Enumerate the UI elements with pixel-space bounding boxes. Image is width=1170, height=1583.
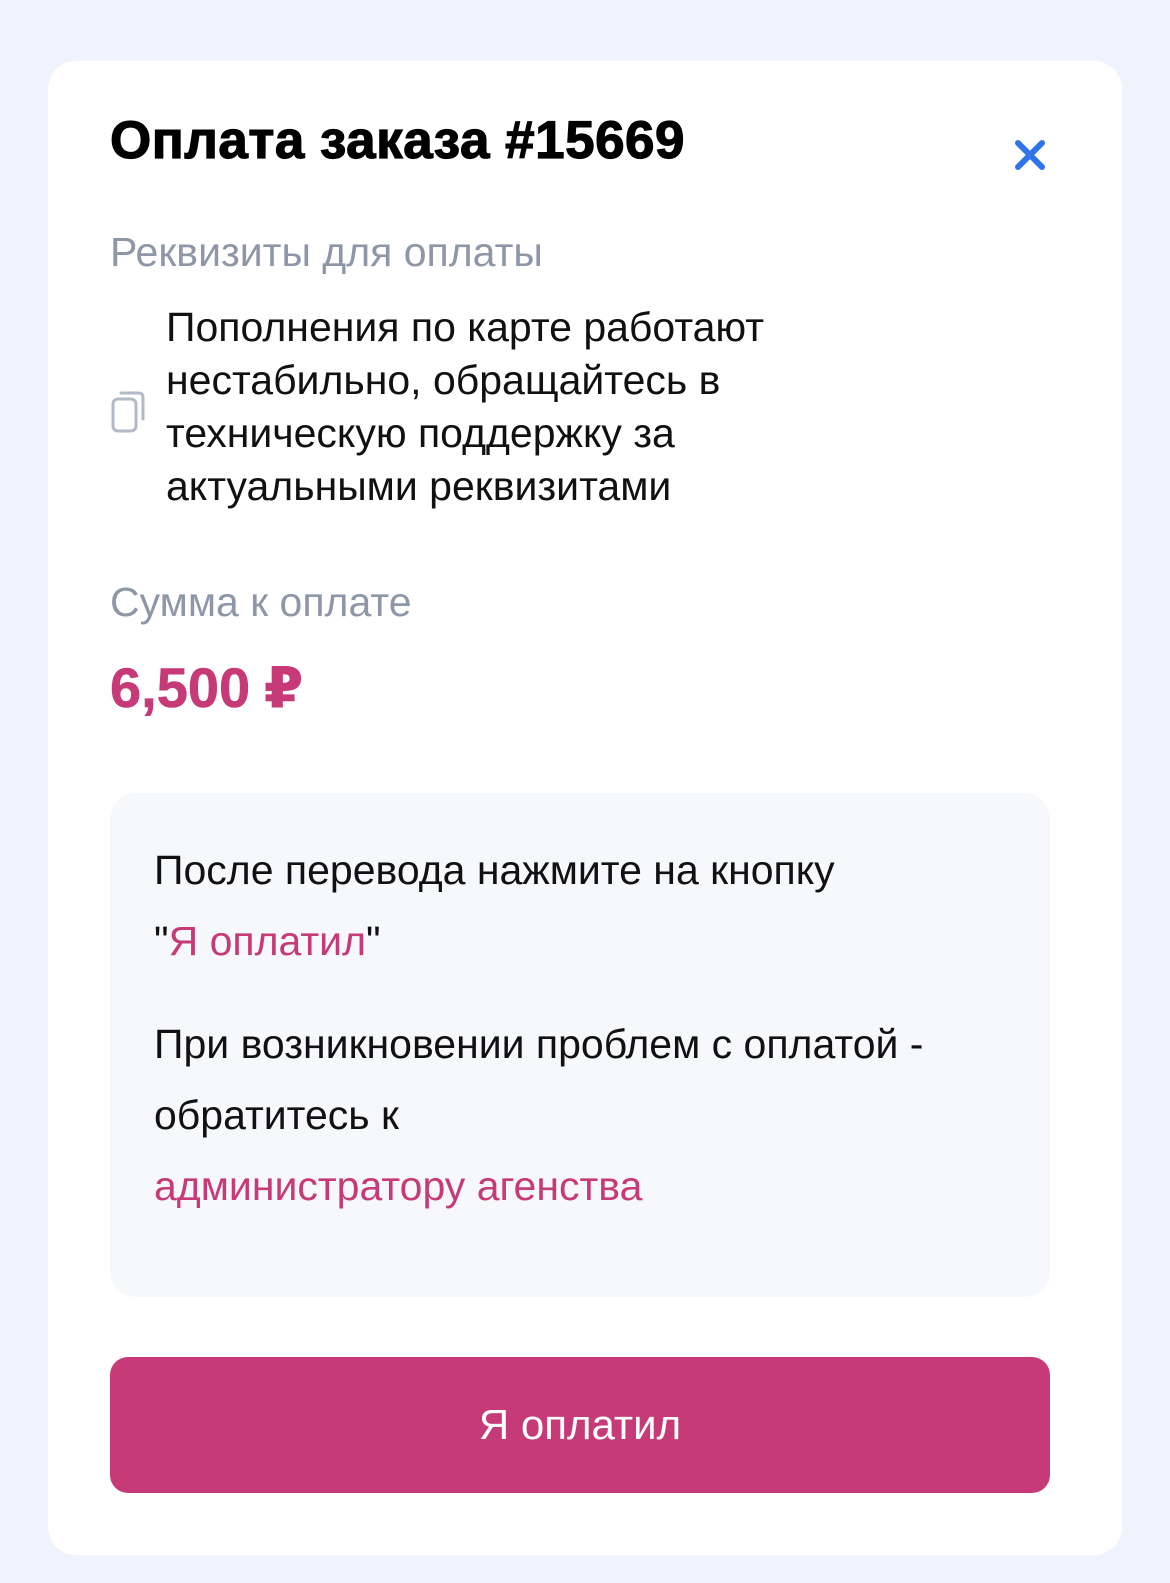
- requisites-label: Реквизиты для оплаты: [110, 229, 543, 275]
- quote-open: ": [154, 918, 169, 964]
- button-name-highlight: Я оплатил: [168, 918, 366, 964]
- requisites-text: Пополнения по карте работают нестабильно…: [166, 304, 765, 509]
- agency-admin-link[interactable]: администратору агенства: [154, 1163, 642, 1209]
- copy-icon: [111, 391, 145, 433]
- close-button[interactable]: [1008, 133, 1052, 177]
- after-transfer-prefix: После перевода нажмите на кнопку: [154, 847, 835, 893]
- i-paid-button[interactable]: Я оплатил: [110, 1357, 1050, 1493]
- quote-close: ": [366, 918, 381, 964]
- amount-value: 6,500 ₽: [110, 656, 304, 719]
- amount-number: 6,500: [110, 656, 251, 719]
- problems-prefix: При возникновении проблем с оплатой - об…: [154, 1021, 924, 1138]
- close-icon: [1015, 140, 1045, 170]
- after-transfer-text: После перевода нажмите на кнопку "Я оплат…: [154, 835, 1006, 977]
- problems-text: При возникновении проблем с оплатой - об…: [154, 1009, 1006, 1222]
- amount-label: Сумма к оплате: [110, 579, 412, 625]
- modal-title: Оплата заказа #15669: [109, 110, 686, 170]
- copy-button[interactable]: [110, 389, 146, 437]
- info-box: После перевода нажмите на кнопку "Я оплат…: [110, 793, 1050, 1297]
- payment-modal: Оплата заказа #15669 Реквизиты для оплат…: [48, 61, 1122, 1555]
- currency-symbol: ₽: [264, 656, 304, 719]
